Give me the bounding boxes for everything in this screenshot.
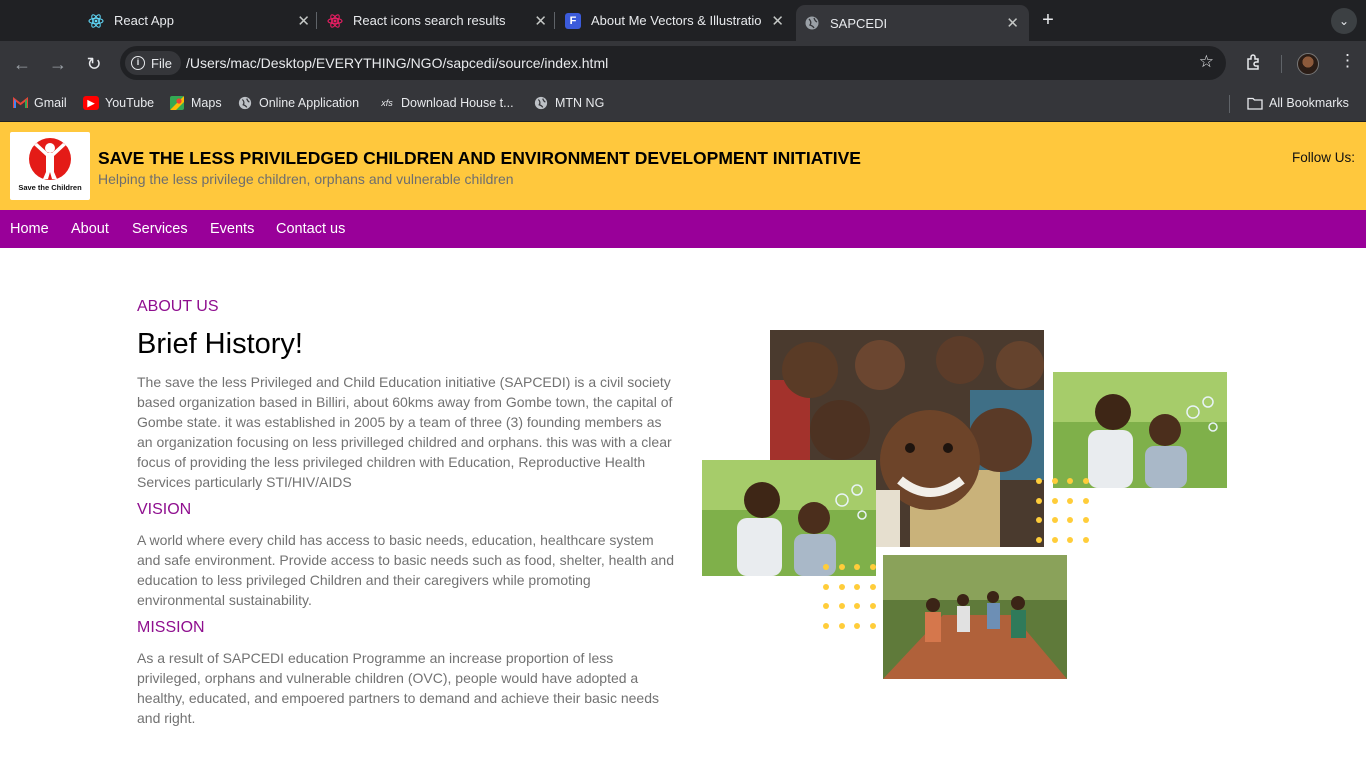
- page-title: Brief History!: [137, 328, 303, 360]
- site-info-chip[interactable]: i File: [125, 51, 181, 75]
- bookmark-label: Maps: [191, 96, 222, 110]
- browser-tab-strip: React App ✕ React icons search results ✕…: [0, 0, 1366, 41]
- freepik-icon: F: [565, 12, 581, 29]
- maps-icon: [169, 96, 185, 110]
- chevron-down-icon: ⌄: [1338, 14, 1350, 28]
- more-vert-icon[interactable]: ⋮: [1339, 51, 1356, 71]
- info-icon: i: [131, 56, 145, 70]
- bookmark-label: YouTube: [105, 96, 155, 110]
- forward-button[interactable]: →: [46, 52, 70, 76]
- vision-label: VISION: [137, 501, 192, 518]
- org-tagline: Helping the less privilege children, orp…: [98, 171, 514, 187]
- url-text[interactable]: /Users/mac/Desktop/EVERYTHING/NGO/sapced…: [186, 55, 608, 71]
- bookmark-mtn-ng[interactable]: MTN NG: [533, 96, 604, 110]
- about-us-label: ABOUT US: [137, 298, 219, 315]
- bookmarks-bar: Gmail ▶ YouTube Maps Online Application …: [0, 86, 1366, 122]
- address-bar[interactable]: i File /Users/mac/Desktop/EVERYTHING/NGO…: [120, 46, 1226, 80]
- bookmark-maps[interactable]: Maps: [169, 96, 222, 110]
- mission-label: MISSION: [137, 619, 205, 636]
- nav-events[interactable]: Events: [210, 221, 254, 237]
- decorative-dots: [823, 564, 876, 629]
- save-the-children-logo[interactable]: Save the Children: [10, 132, 90, 200]
- tab-title: React App: [114, 13, 174, 28]
- bookmark-star-icon[interactable]: ☆: [1199, 52, 1214, 72]
- bookmark-online-application[interactable]: Online Application: [237, 96, 359, 110]
- nav-contact-us[interactable]: Contact us: [276, 221, 345, 237]
- nav-about[interactable]: About: [71, 221, 109, 237]
- tab-react-app[interactable]: React App ✕: [88, 0, 320, 41]
- xfs-icon: xfs: [381, 98, 393, 108]
- logo-text: Save the Children: [18, 183, 82, 192]
- close-icon[interactable]: ✕: [771, 12, 784, 30]
- new-tab-button[interactable]: +: [1038, 8, 1058, 32]
- org-title: SAVE THE LESS PRIVILEDGED CHILDREN AND E…: [98, 148, 861, 168]
- all-bookmarks-button[interactable]: All Bookmarks: [1247, 96, 1349, 110]
- bookmark-label: MTN NG: [555, 96, 605, 110]
- close-icon[interactable]: ✕: [1006, 14, 1019, 32]
- site-header: Save the Children SAVE THE LESS PRIVILED…: [0, 122, 1366, 210]
- arrow-right-icon: →: [49, 54, 67, 74]
- tab-about-me-vectors[interactable]: F About Me Vectors & Illustrations ✕: [565, 0, 794, 41]
- mission-paragraph: As a result of SAPCEDI education Program…: [137, 650, 659, 726]
- children-running-photo: [883, 555, 1067, 679]
- globe-icon: [237, 96, 253, 110]
- globe-icon: [533, 96, 549, 110]
- tab-sapcedi[interactable]: SAPCEDI ✕: [796, 5, 1029, 41]
- chip-label: File: [151, 55, 172, 71]
- extensions-icon[interactable]: [1245, 53, 1263, 76]
- back-button[interactable]: ←: [10, 52, 34, 76]
- bookmark-download-house[interactable]: xfs Download House t...: [379, 96, 514, 110]
- folder-icon: [1247, 96, 1263, 110]
- react-icons-icon: [327, 13, 343, 29]
- reload-icon: ↻: [86, 54, 102, 74]
- history-paragraph: The save the less Privileged and Child E…: [137, 374, 673, 490]
- arrow-left-icon: ←: [13, 54, 31, 74]
- nav-services[interactable]: Services: [132, 221, 188, 237]
- decorative-dots: [1036, 478, 1089, 543]
- tab-react-icons[interactable]: React icons search results ✕: [327, 0, 557, 41]
- bookmark-label: Download House t...: [401, 96, 514, 110]
- nav-home[interactable]: Home: [10, 221, 49, 237]
- tab-title: React icons search results: [353, 13, 506, 28]
- bookmark-label: Online Application: [259, 96, 360, 110]
- tab-search-button[interactable]: ⌄: [1331, 8, 1357, 34]
- children-bubbles-photo-2: [702, 460, 876, 576]
- tab-title: SAPCEDI: [830, 15, 888, 31]
- main-nav: Home About Services Events Contact us: [0, 210, 1366, 248]
- bookmark-gmail[interactable]: Gmail: [12, 96, 67, 110]
- follow-us-label: Follow Us:: [1291, 150, 1355, 165]
- globe-icon: [804, 15, 820, 31]
- reload-button[interactable]: ↻: [82, 52, 106, 76]
- gmail-icon: [12, 96, 28, 110]
- youtube-icon: ▶: [83, 96, 99, 110]
- react-icon: [88, 13, 104, 29]
- bookmark-youtube[interactable]: ▶ YouTube: [83, 96, 154, 110]
- vision-paragraph: A world where every child has access to …: [137, 532, 674, 608]
- close-icon[interactable]: ✕: [534, 12, 547, 30]
- bookmark-label: Gmail: [34, 96, 67, 110]
- children-bubbles-photo: [1053, 372, 1227, 488]
- browser-toolbar: ← → ↻ i File /Users/mac/Desktop/EVERYTHI…: [0, 41, 1366, 86]
- tab-title: About Me Vectors & Illustrations: [591, 13, 761, 28]
- all-bookmarks-label: All Bookmarks: [1269, 96, 1349, 110]
- profile-avatar[interactable]: [1297, 53, 1319, 75]
- close-icon[interactable]: ✕: [297, 12, 310, 30]
